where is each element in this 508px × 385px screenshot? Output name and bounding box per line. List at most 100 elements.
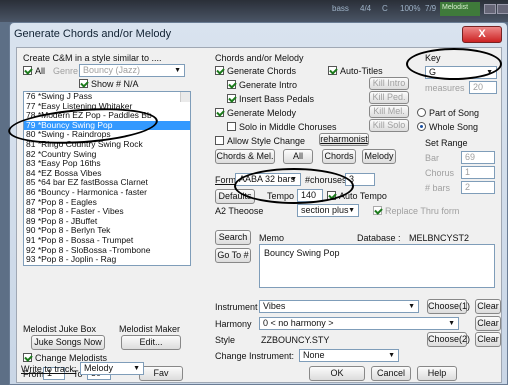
help-button[interactable]: Help — [417, 366, 457, 381]
generate-melody-checkbox[interactable]: Generate Melody — [215, 108, 296, 118]
choose1-button[interactable]: Choose(1) — [427, 299, 470, 314]
bg-text: 100% — [400, 4, 421, 13]
generate-chords-checkbox[interactable]: Generate Chords — [215, 66, 296, 76]
show-na-checkbox[interactable]: Show # N/A — [79, 79, 139, 89]
create-label: Create C&M in a style similar to .... — [23, 53, 162, 63]
checkbox-icon — [227, 122, 236, 131]
checkbox-icon — [373, 206, 382, 215]
checkbox-icon — [215, 66, 224, 75]
chevron-down-icon: ▼ — [408, 303, 415, 310]
chevron-down-icon: ▼ — [348, 207, 355, 214]
harmony-label: Harmony — [215, 319, 252, 329]
chevron-down-icon: ▼ — [448, 320, 455, 327]
whole-song-radio[interactable]: Whole Song — [417, 122, 478, 132]
melody-button[interactable]: Melody — [362, 149, 396, 164]
memo-label: Memo — [259, 233, 285, 243]
bars-input[interactable]: 2 — [461, 181, 495, 194]
close-button[interactable]: X — [462, 26, 502, 43]
memo-box[interactable]: Bouncy Swing Pop — [259, 244, 495, 288]
bg-minimize-icon[interactable] — [484, 4, 496, 14]
kill-solo-button[interactable]: Kill Solo — [369, 119, 409, 132]
bg-text: C — [382, 4, 388, 13]
kill-ped-button[interactable]: Kill Ped. — [369, 91, 409, 104]
juke-songs-now-button[interactable]: Juke Songs Now — [31, 335, 105, 350]
bar-input[interactable]: 69 — [461, 151, 495, 164]
bars-label: # bars — [425, 183, 451, 193]
dialog-panel: Create C&M in a style similar to .... Al… — [16, 47, 502, 383]
chevron-down-icon: ▼ — [133, 365, 140, 372]
ok-button[interactable]: OK — [309, 366, 365, 381]
edit-button[interactable]: Edit... — [121, 335, 181, 350]
fav-button[interactable]: Fav — [139, 366, 183, 381]
allow-style-checkbox[interactable]: Allow Style Change — [215, 136, 305, 146]
checkbox-icon — [227, 94, 236, 103]
background-app-toolbar: bass 4/4 C 100% 7/9 Melodist — [0, 0, 508, 22]
measures-label: measures — [425, 83, 465, 93]
section-select[interactable]: section plus ▼ — [297, 204, 359, 217]
annotation-ellipse — [234, 168, 354, 204]
chevron-down-icon: ▼ — [174, 67, 181, 74]
clear-instrument-button[interactable]: Clear — [475, 299, 501, 314]
checkbox-icon — [23, 66, 32, 75]
search-button[interactable]: Search — [215, 230, 251, 245]
auto-titles-checkbox[interactable]: Auto-Titles — [328, 66, 383, 76]
part-of-song-radio[interactable]: Part of Song — [417, 108, 479, 118]
measures-input[interactable]: 20 — [469, 81, 497, 94]
generate-intro-checkbox[interactable]: Generate Intro — [227, 80, 297, 90]
list-item[interactable]: 93 *Pop 8 - Joplin - Rag — [24, 254, 190, 265]
instrument-select[interactable]: Vibes ▼ — [259, 300, 419, 313]
all-button[interactable]: All — [283, 149, 313, 164]
insert-bass-checkbox[interactable]: Insert Bass Pedals — [227, 94, 314, 104]
all-checkbox[interactable]: All — [23, 66, 45, 76]
dialog-title: Generate Chords and/or Melody — [14, 28, 172, 40]
checkbox-icon — [215, 136, 224, 145]
chorus-input[interactable]: 1 — [461, 166, 495, 179]
change-instrument-label: Change Instrument: — [215, 351, 295, 361]
instrument-label: Instrument — [215, 302, 258, 312]
annotation-ellipse — [406, 48, 502, 80]
bg-text: 7/9 — [425, 4, 437, 13]
bg-text: 4/4 — [360, 4, 372, 13]
reharmonist-button[interactable]: reharmonist — [319, 133, 369, 146]
kill-mel-button[interactable]: Kill Mel. — [369, 105, 409, 118]
a2-label: A2 Theoose — [215, 206, 264, 216]
bg-maximize-icon[interactable] — [497, 4, 508, 14]
genre-select[interactable]: Bouncy (Jazz) ▼ — [79, 64, 185, 77]
bar-label: Bar — [425, 153, 440, 163]
bg-green-label: Melodist — [440, 2, 480, 16]
style-value: ZZBOUNCY.STY — [261, 335, 330, 345]
radio-icon — [417, 122, 426, 131]
chevron-down-icon: ▼ — [388, 352, 395, 359]
write-track-select[interactable]: Melody ▼ — [80, 362, 144, 375]
clear-style-button[interactable]: Clear — [475, 332, 501, 347]
radio-icon — [417, 108, 426, 117]
chords-melody-label: Chords and/or Melody — [215, 53, 304, 63]
checkbox-icon — [227, 80, 236, 89]
chords-button[interactable]: Chords — [322, 149, 356, 164]
memo-text: Bouncy Swing Pop — [264, 248, 340, 258]
checkbox-icon — [79, 79, 88, 88]
replace-checkbox[interactable]: Replace Thru form — [373, 206, 459, 216]
checkbox-icon — [23, 353, 32, 362]
chorus-label: Chorus — [425, 168, 455, 178]
kill-intro-button[interactable]: Kill Intro — [369, 77, 409, 90]
jukebox-label: Melodist Juke Box — [23, 324, 97, 334]
harmony-select[interactable]: 0 < no harmony > ▼ — [259, 317, 459, 330]
checkbox-icon — [328, 66, 337, 75]
cancel-button[interactable]: Cancel — [371, 366, 411, 381]
database-value: MELBNCYST2 — [409, 233, 470, 243]
list-scrollbar[interactable] — [180, 92, 190, 102]
bg-text: bass — [332, 4, 349, 13]
write-track-label: Write to track: — [21, 364, 77, 374]
clear-harmony-button[interactable]: Clear — [475, 316, 501, 331]
goto-button[interactable]: Go To # — [215, 248, 251, 263]
style-label: Style — [215, 335, 236, 345]
checkbox-icon — [215, 108, 224, 117]
set-range-label: Set Range — [425, 138, 468, 148]
database-label: Database : — [357, 233, 401, 243]
chords-mel-button[interactable]: Chords & Mel. — [215, 149, 275, 164]
choose2-button[interactable]: Choose(2) — [427, 332, 470, 347]
change-instrument-select[interactable]: None ▼ — [299, 349, 399, 362]
genre-label: Genre — [53, 66, 79, 76]
solo-checkbox[interactable]: Solo in Middle Choruses — [227, 122, 337, 132]
